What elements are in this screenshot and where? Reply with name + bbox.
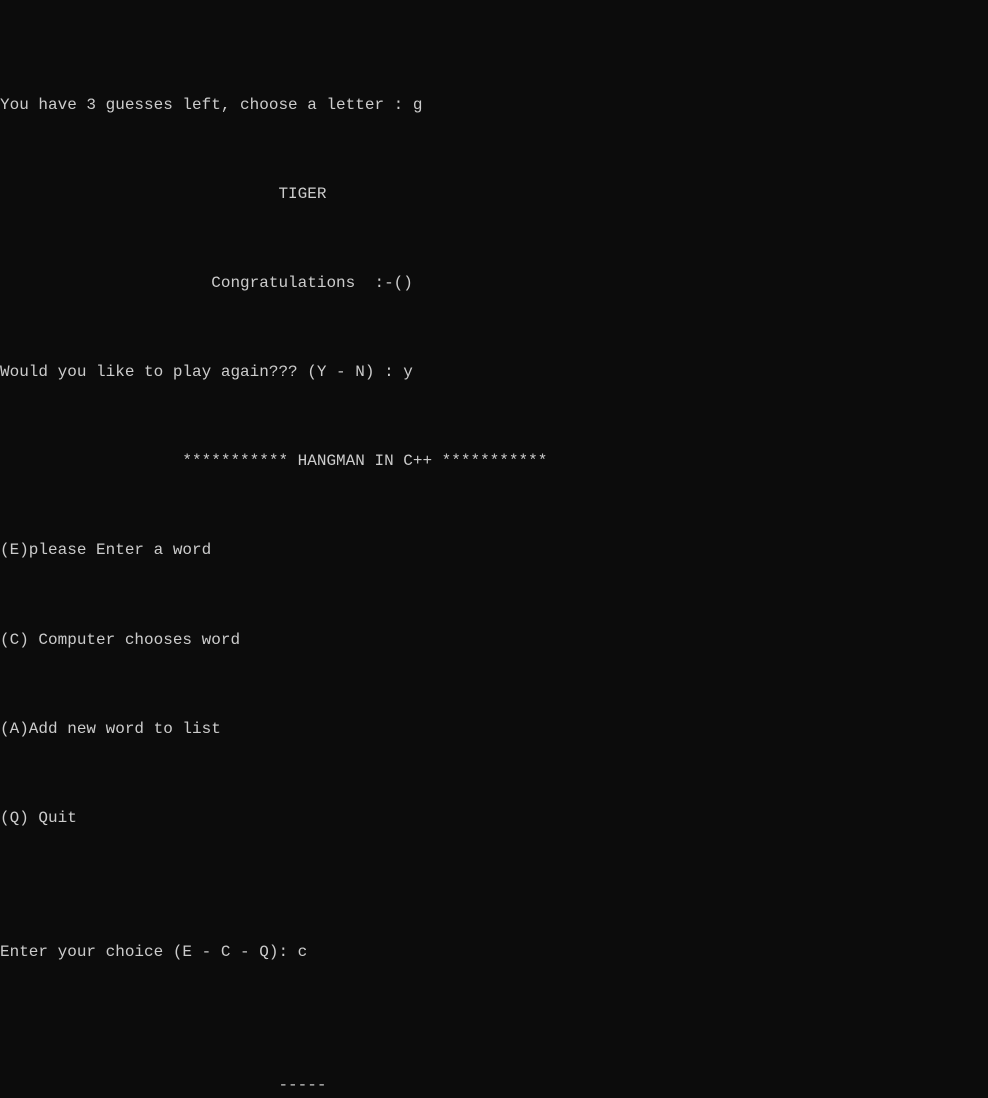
blank-line — [0, 406, 988, 428]
blank-line — [0, 852, 988, 874]
menu-option-a: (A)Add new word to list — [0, 718, 988, 740]
output-play-again-prompt: Would you like to play again??? (Y - N) … — [0, 361, 988, 383]
blank-line — [0, 138, 988, 160]
blank-line — [0, 985, 988, 1007]
blank-line — [0, 228, 988, 250]
blank-line — [0, 495, 988, 517]
menu-option-c: (C) Computer chooses word — [0, 629, 988, 651]
blank-line — [0, 673, 988, 695]
output-choice-prompt: Enter your choice (E - C - Q): c — [0, 941, 988, 963]
blank-line — [0, 1030, 988, 1052]
output-word-dashes: ----- — [0, 1074, 988, 1096]
blank-line — [0, 317, 988, 339]
output-title-banner: *********** HANGMAN IN C++ *********** — [0, 450, 988, 472]
menu-option-e: (E)please Enter a word — [0, 539, 988, 561]
blank-line — [0, 763, 988, 785]
blank-line — [0, 584, 988, 606]
output-word-reveal: TIGER — [0, 183, 988, 205]
output-guess-prompt-1: You have 3 guesses left, choose a letter… — [0, 94, 988, 116]
blank-line — [0, 896, 988, 918]
menu-option-q: (Q) Quit — [0, 807, 988, 829]
output-congrats: Congratulations :-() — [0, 272, 988, 294]
